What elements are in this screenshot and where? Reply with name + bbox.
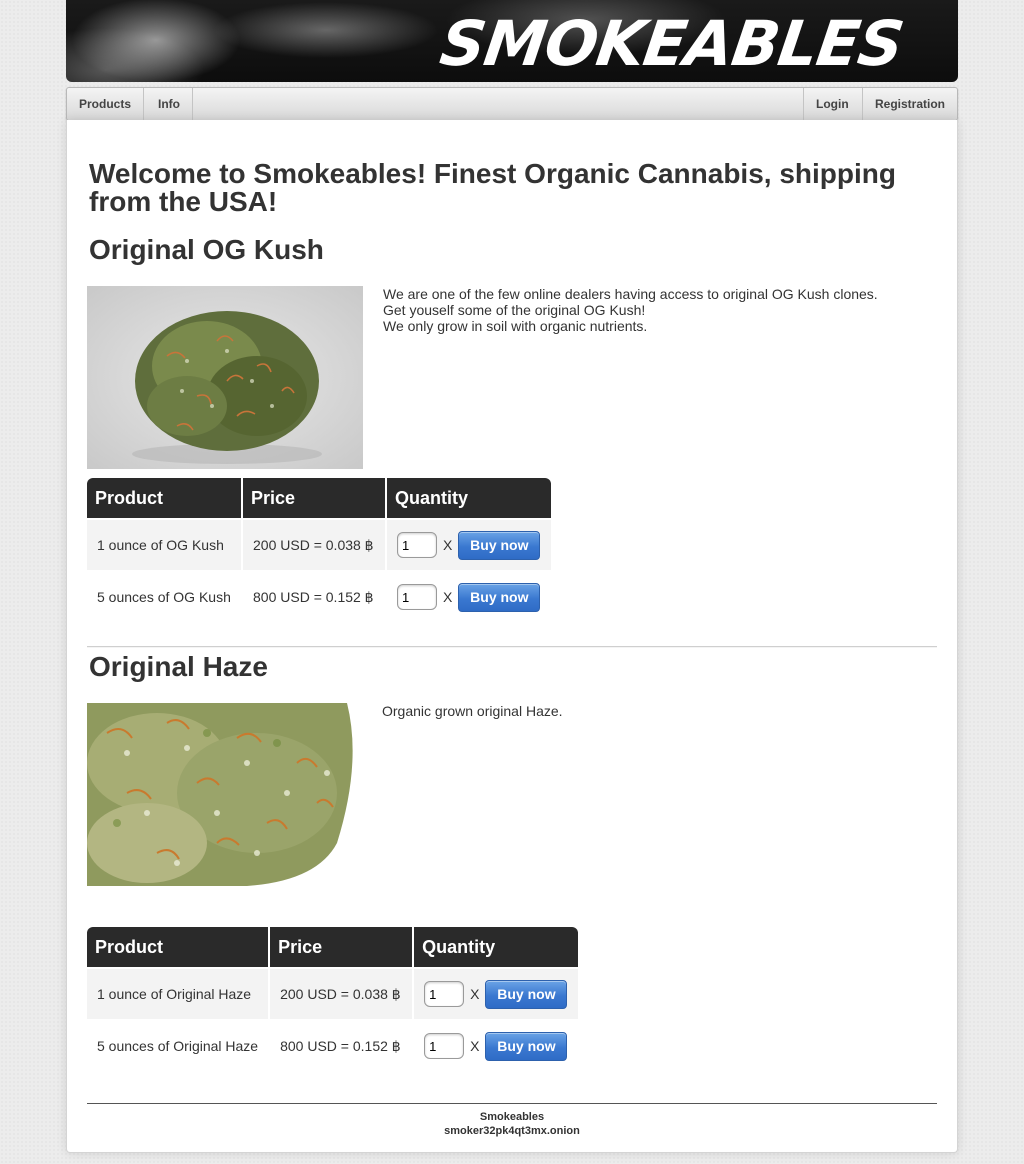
quantity-cell: X Buy now bbox=[387, 520, 551, 570]
site-logo: SMOKEABLES bbox=[435, 7, 908, 80]
product-price: 800 USD = 0.152 ฿ bbox=[280, 1037, 401, 1054]
product-name: 5 ounces of OG Kush bbox=[97, 589, 231, 605]
product-title-haze: Original Haze bbox=[89, 651, 268, 682]
col-product: Product bbox=[87, 478, 241, 518]
col-price: Price bbox=[243, 478, 385, 518]
col-quantity: Quantity bbox=[387, 478, 551, 518]
col-quantity: Quantity bbox=[414, 927, 578, 967]
table-row: 1 ounce of Original Haze 200 USD = 0.038… bbox=[87, 969, 578, 1019]
og-kush-description: We are one of the few online dealers hav… bbox=[383, 286, 878, 334]
times-label: X bbox=[470, 1038, 480, 1054]
product-name: 1 ounce of OG Kush bbox=[87, 520, 241, 570]
table-row: 5 ounces of Original Haze 800 USD = 0.15… bbox=[87, 1021, 578, 1071]
table-row: 5 ounces of OG Kush 800 USD = 0.152 ฿ XB… bbox=[87, 572, 551, 622]
product-title-og-kush: Original OG Kush bbox=[89, 234, 324, 265]
nav-products[interactable]: Products bbox=[67, 88, 145, 120]
main-content: Welcome to Smokeables! Finest Organic Ca… bbox=[66, 120, 958, 1153]
footer-site-name: Smokeables bbox=[479, 1111, 545, 1123]
buy-now-button[interactable]: Buy now bbox=[458, 582, 541, 612]
haze-price-table: Product Price Quantity 1 ounce of Origin… bbox=[85, 925, 580, 1073]
nav-info[interactable]: Info bbox=[146, 88, 193, 120]
product-price: 800 USD = 0.152 ฿ bbox=[253, 588, 374, 605]
quantity-cell: X Buy now bbox=[414, 969, 578, 1019]
description-line: We only grow in soil with organic nutrie… bbox=[383, 318, 648, 334]
quantity-input[interactable] bbox=[397, 584, 437, 610]
col-product: Product bbox=[87, 927, 269, 967]
og-kush-photo bbox=[87, 286, 363, 469]
nav-registration[interactable]: Registration bbox=[862, 88, 957, 120]
description-line: We are one of the few online dealers hav… bbox=[383, 286, 878, 302]
quantity-input[interactable] bbox=[397, 532, 437, 558]
quantity-cell: X Buy now bbox=[414, 1021, 578, 1071]
page-title: Welcome to Smokeables! Finest Organic Ca… bbox=[89, 158, 896, 217]
buy-now-button[interactable]: Buy now bbox=[485, 1031, 568, 1061]
footer: Smokeables smoker32pk4qt3mx.onion bbox=[67, 1110, 957, 1138]
col-price: Price bbox=[270, 927, 413, 967]
table-row: 1 ounce of OG Kush 200 USD = 0.038 ฿ X Bu… bbox=[87, 520, 551, 570]
times-label: X bbox=[443, 589, 453, 605]
quantity-input[interactable] bbox=[424, 1033, 465, 1059]
buy-now-button[interactable]: Buy now bbox=[458, 530, 541, 560]
times-label: X bbox=[443, 537, 453, 553]
section-divider bbox=[87, 646, 937, 648]
buy-now-button[interactable]: Buy now bbox=[485, 979, 568, 1009]
product-name: 5 ounces of Original Haze bbox=[97, 1038, 259, 1054]
footer-divider bbox=[87, 1103, 937, 1104]
description-line: Get youself some of the original OG Kush… bbox=[383, 302, 646, 318]
product-name: 1 ounce of Original Haze bbox=[87, 969, 269, 1019]
top-nav: Products Info Login Registration bbox=[66, 87, 958, 121]
quantity-cell: X Buy now bbox=[387, 572, 551, 622]
quantity-input[interactable] bbox=[424, 981, 465, 1007]
footer-onion-address: smoker32pk4qt3mx.onion bbox=[444, 1125, 580, 1137]
description-line: Organic grown original Haze. bbox=[382, 703, 563, 719]
times-label: X bbox=[470, 986, 480, 1002]
nav-login[interactable]: Login bbox=[803, 88, 861, 120]
product-price: 200 USD = 0.038 ฿ bbox=[270, 969, 413, 1019]
haze-photo bbox=[87, 703, 362, 886]
product-price: 200 USD = 0.038 ฿ bbox=[243, 520, 385, 570]
haze-description: Organic grown original Haze. bbox=[382, 703, 563, 719]
site-banner: SMOKEABLES bbox=[66, 0, 958, 82]
og-kush-price-table: Product Price Quantity 1 ounce of OG Kus… bbox=[85, 476, 553, 624]
